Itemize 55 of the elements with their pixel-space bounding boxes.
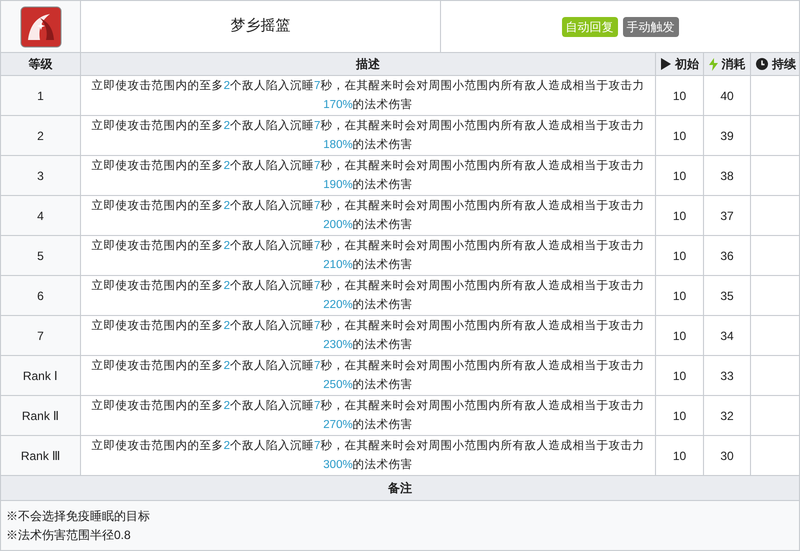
initial-value: 10 [672,368,686,384]
level-label: Rank Ⅲ [20,448,60,464]
clock-icon [756,58,768,70]
skill-description: 立即使攻击范围内的至多2个敌人陷入沉睡7秒，在其醒来时会对周围小范围内所有敌人造成相当于攻击力 170%的法术伤害 [90,78,646,112]
skill-description: 立即使攻击范围内的至多2个敌人陷入沉睡7秒，在其醒来时会对周围小范围内所有敌人造成相当于攻击力 250%的法术伤害 [90,358,646,392]
level-label: 6 [37,288,44,304]
skill-description: 立即使攻击范围内的至多2个敌人陷入沉睡7秒，在其醒来时会对周围小范围内所有敌人造成相当于攻击力 210%的法术伤害 [90,238,646,272]
cost-value: 38 [720,168,734,184]
note-text: ※不会选择免疫睡眠的目标 [6,508,151,525]
lightning-icon [708,58,718,70]
initial-value: 10 [672,168,686,184]
initial-value: 10 [672,288,686,304]
initial-value: 10 [672,448,686,464]
skill-description: 立即使攻击范围内的至多2个敌人陷入沉睡7秒，在其醒来时会对周围小范围内所有敌人造成相当于攻击力 190%的法术伤害 [90,158,646,192]
skill-name: 梦乡摇篮 [230,16,290,36]
skill-description: 立即使攻击范围内的至多2个敌人陷入沉睡7秒，在其醒来时会对周围小范围内所有敌人造成相当于攻击力 300%的法术伤害 [90,438,646,472]
cost-value: 34 [720,328,734,344]
notes-header: 备注 [388,480,412,497]
cost-value: 35 [720,288,734,304]
cost-value: 33 [720,368,734,384]
skill-description: 立即使攻击范围内的至多2个敌人陷入沉睡7秒，在其醒来时会对周围小范围内所有敌人造成相当于攻击力 200%的法术伤害 [90,198,646,232]
play-icon [660,58,671,70]
column-header: 持续 [772,56,796,73]
cost-value: 36 [720,248,734,264]
level-label: 5 [37,248,44,264]
column-header: 初始 [675,56,699,73]
level-label: Rank Ⅰ [22,368,58,384]
initial-value: 10 [672,88,686,104]
note-text: ※法术伤害范围半径0.8 [6,527,132,544]
cost-value: 39 [720,128,734,144]
level-label: 7 [37,328,44,344]
cost-value: 40 [720,88,734,104]
level-label: 3 [37,168,44,184]
initial-value: 10 [672,408,686,424]
initial-value: 10 [672,248,686,264]
cost-value: 32 [720,408,734,424]
cost-value: 30 [720,448,734,464]
level-label: 4 [37,208,44,224]
skill-description: 立即使攻击范围内的至多2个敌人陷入沉睡7秒，在其醒来时会对周围小范围内所有敌人造成相当于攻击力 180%的法术伤害 [90,118,646,152]
skill-description: 立即使攻击范围内的至多2个敌人陷入沉睡7秒，在其醒来时会对周围小范围内所有敌人造成相当于攻击力 230%的法术伤害 [90,318,646,352]
column-header: 消耗 [722,56,746,73]
column-header: 描述 [356,56,380,73]
initial-value: 10 [672,208,686,224]
skill-description: 立即使攻击范围内的至多2个敌人陷入沉睡7秒，在其醒来时会对周围小范围内所有敌人造成相当于攻击力 220%的法术伤害 [90,278,646,312]
cost-value: 37 [720,208,734,224]
level-label: Rank Ⅱ [22,408,60,424]
skill-tag: 自动回复 [562,16,618,36]
skill-tag: 手动触发 [622,16,678,36]
level-label: 1 [37,88,44,104]
column-header: 等级 [28,56,52,73]
skill-icon [20,6,62,48]
initial-value: 10 [672,328,686,344]
initial-value: 10 [672,128,686,144]
level-label: 2 [37,128,44,144]
skill-description: 立即使攻击范围内的至多2个敌人陷入沉睡7秒，在其醒来时会对周围小范围内所有敌人造成相当于攻击力 270%的法术伤害 [90,398,646,432]
